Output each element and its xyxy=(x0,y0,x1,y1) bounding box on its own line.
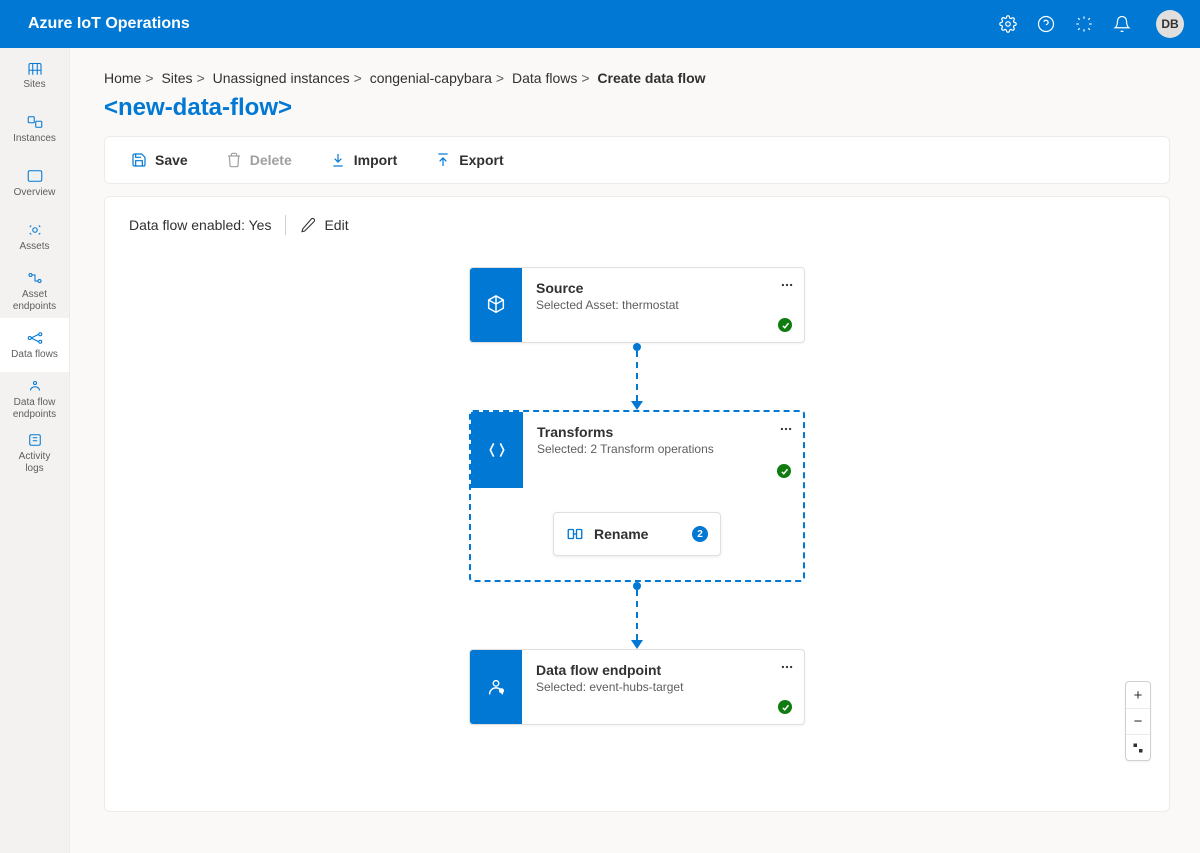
crumb-unassigned[interactable]: Unassigned instances xyxy=(213,70,350,86)
flow-canvas: Data flow enabled: Yes Edit Source Selec… xyxy=(104,196,1170,812)
sidebar: Sites Instances Overview Assets Asset en… xyxy=(0,48,70,853)
dataflow-enabled-label: Data flow enabled: Yes xyxy=(129,217,271,233)
endpoint-subtitle: Selected: event-hubs-target xyxy=(536,680,790,694)
help-icon[interactable] xyxy=(1036,14,1056,34)
transforms-subtitle: Selected: 2 Transform operations xyxy=(537,442,789,456)
source-subtitle: Selected Asset: thermostat xyxy=(536,298,790,312)
zoom-controls: + − xyxy=(1125,681,1151,761)
sidebar-item-instances[interactable]: Instances xyxy=(0,102,69,156)
sidebar-item-assets[interactable]: Assets xyxy=(0,210,69,264)
source-check-icon xyxy=(778,318,792,332)
page-title: <new-data-flow> xyxy=(104,94,1170,122)
source-title: Source xyxy=(536,280,790,296)
sidebar-item-activity-logs[interactable]: Activity logs xyxy=(0,426,69,480)
flow-diagram: Source Selected Asset: thermostat xyxy=(105,267,1169,725)
zoom-fit-button[interactable] xyxy=(1126,734,1150,760)
settings-icon[interactable] xyxy=(998,14,1018,34)
export-button[interactable]: Export xyxy=(435,152,503,168)
endpoint-icon xyxy=(470,650,522,724)
whats-new-icon[interactable] xyxy=(1074,14,1094,34)
save-button[interactable]: Save xyxy=(131,152,188,168)
rename-count-badge: 2 xyxy=(692,526,708,542)
source-more-icon[interactable] xyxy=(780,278,794,295)
endpoint-check-icon xyxy=(778,700,792,714)
crumb-dataflows[interactable]: Data flows xyxy=(512,70,577,86)
rename-icon xyxy=(566,525,584,543)
zoom-out-button[interactable]: − xyxy=(1126,708,1150,734)
notifications-icon[interactable] xyxy=(1112,14,1132,34)
crumb-current: Create data flow xyxy=(597,70,705,86)
breadcrumb: Home> Sites> Unassigned instances> conge… xyxy=(104,70,1170,86)
top-icons: DB xyxy=(998,10,1184,38)
sidebar-item-data-flow-endpoints[interactable]: Data flow endpoints xyxy=(0,372,69,426)
endpoint-title: Data flow endpoint xyxy=(536,662,790,678)
connector-2 xyxy=(636,582,638,649)
status-row: Data flow enabled: Yes Edit xyxy=(105,197,1169,253)
transforms-node[interactable]: Transforms Selected: 2 Transform operati… xyxy=(469,410,805,582)
sidebar-item-data-flows[interactable]: Data flows xyxy=(0,318,69,372)
endpoint-more-icon[interactable] xyxy=(780,660,794,677)
sidebar-item-sites[interactable]: Sites xyxy=(0,48,69,102)
brand-title: Azure IoT Operations xyxy=(28,15,998,33)
top-bar: Azure IoT Operations DB xyxy=(0,0,1200,48)
crumb-home[interactable]: Home xyxy=(104,70,141,86)
import-button[interactable]: Import xyxy=(330,152,398,168)
edit-button[interactable]: Edit xyxy=(300,217,348,233)
transforms-more-icon[interactable] xyxy=(779,422,793,439)
sidebar-item-asset-endpoints[interactable]: Asset endpoints xyxy=(0,264,69,318)
sidebar-item-overview[interactable]: Overview xyxy=(0,156,69,210)
rename-operation[interactable]: Rename 2 xyxy=(553,512,721,556)
transforms-check-icon xyxy=(777,464,791,478)
user-avatar[interactable]: DB xyxy=(1156,10,1184,38)
crumb-instance[interactable]: congenial-capybara xyxy=(370,70,492,86)
source-node[interactable]: Source Selected Asset: thermostat xyxy=(469,267,805,343)
endpoint-node[interactable]: Data flow endpoint Selected: event-hubs-… xyxy=(469,649,805,725)
source-icon xyxy=(470,268,522,342)
delete-button: Delete xyxy=(226,152,292,168)
transforms-icon xyxy=(471,412,523,488)
zoom-in-button[interactable]: + xyxy=(1126,682,1150,708)
crumb-sites[interactable]: Sites xyxy=(161,70,192,86)
toolbar: Save Delete Import Export xyxy=(104,136,1170,184)
transforms-title: Transforms xyxy=(537,424,789,440)
content: Home> Sites> Unassigned instances> conge… xyxy=(70,48,1200,853)
connector-1 xyxy=(636,343,638,410)
